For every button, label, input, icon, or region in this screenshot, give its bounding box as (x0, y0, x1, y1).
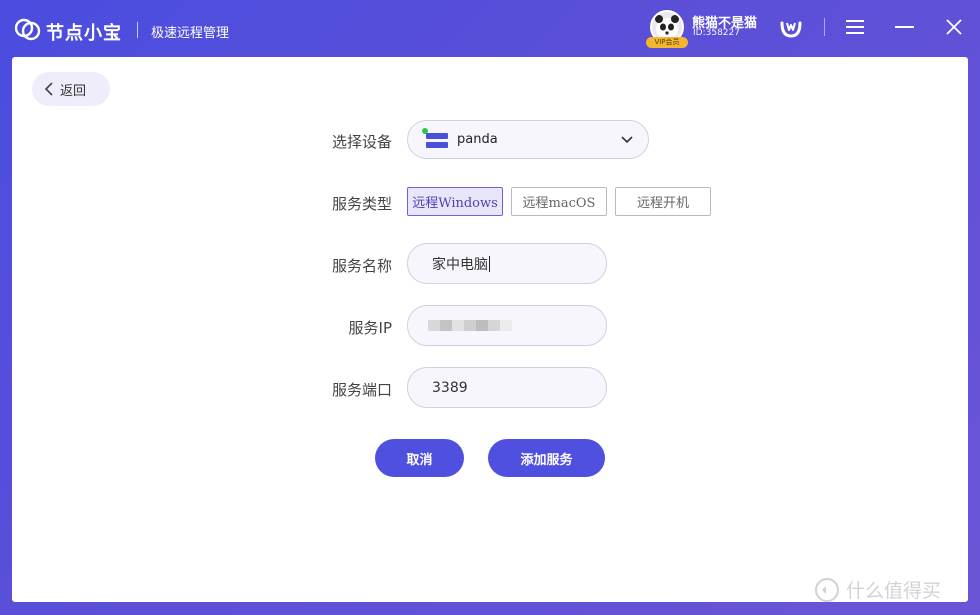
service-port-input[interactable]: 3389 (407, 367, 607, 408)
watermark-text: 什么值得买 (846, 580, 942, 602)
title-divider (137, 22, 138, 38)
logo-icon (14, 18, 41, 41)
service-type-label: 服务类型 (331, 195, 392, 213)
watermark-logo-icon (815, 577, 839, 602)
server-icon (422, 127, 448, 149)
service-name-label: 服务名称 (331, 257, 392, 275)
back-chevron-icon (44, 82, 53, 96)
w-logo-icon[interactable] (779, 15, 803, 39)
service-ip-label: 服务IP (348, 319, 392, 337)
service-port-value: 3389 (432, 379, 468, 396)
service-port-label: 服务端口 (331, 381, 392, 399)
chevron-down-icon (621, 136, 633, 144)
device-select[interactable]: panda (407, 120, 649, 159)
menu-icon[interactable] (845, 18, 865, 36)
app-subtitle: 极速远程管理 (151, 26, 230, 41)
vip-badge: VIP会员 (646, 37, 688, 48)
window-controls-divider (824, 18, 825, 36)
watermark: 什么值得买 (814, 576, 941, 603)
back-label: 返回 (60, 83, 87, 99)
user-id: ID:358227 (693, 28, 740, 38)
service-name-value: 家中电脑 (432, 256, 488, 273)
cancel-button[interactable]: 取消 (375, 439, 464, 477)
device-name: panda (457, 132, 498, 147)
back-button[interactable]: 返回 (32, 72, 110, 106)
type-remote-macos[interactable]: 远程macOS (511, 187, 607, 216)
main-panel: 返回 选择设备 panda 服务类型 远程Windows 远程macOS 远程开… (12, 57, 968, 602)
close-icon[interactable] (944, 17, 964, 37)
redacted-ip (428, 320, 512, 331)
device-label: 选择设备 (331, 133, 392, 151)
type-remote-wake[interactable]: 远程开机 (615, 187, 711, 216)
service-ip-input[interactable] (407, 305, 607, 346)
add-service-button[interactable]: 添加服务 (488, 439, 605, 477)
type-remote-windows[interactable]: 远程Windows (407, 187, 503, 216)
app-brand: 节点小宝 (46, 23, 122, 44)
minimize-icon[interactable] (895, 26, 914, 28)
title-bar: 节点小宝 极速远程管理 VIP会员 熊猫不是猫 ID:358227 (0, 0, 980, 58)
service-name-input[interactable]: 家中电脑 (407, 243, 607, 284)
